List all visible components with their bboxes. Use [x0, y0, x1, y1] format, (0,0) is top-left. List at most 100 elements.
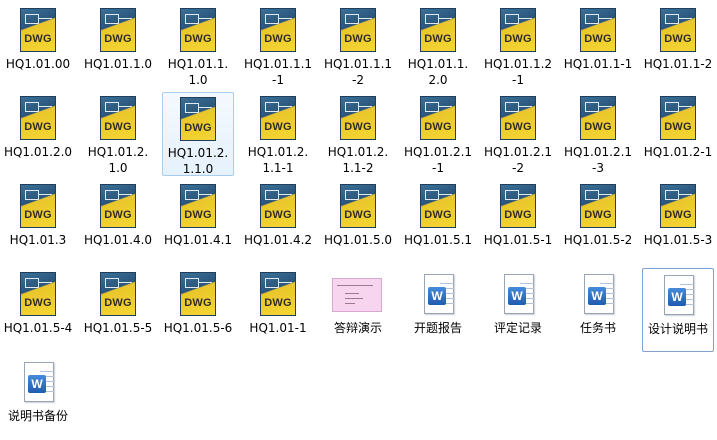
dwg-badge-label: DWG	[24, 33, 52, 45]
dwg-badge-label: DWG	[264, 209, 292, 221]
dwg-file-icon: DWG	[498, 96, 538, 142]
dwg-badge-label: DWG	[424, 121, 452, 133]
dwg-badge-label: DWG	[264, 33, 292, 45]
file-item[interactable]: W 说明书备份	[2, 356, 74, 440]
file-item[interactable]: DWG HQ1.01.2.0	[2, 92, 74, 176]
dwg-badge-label: DWG	[664, 33, 692, 45]
dwg-file-icon: DWG	[98, 96, 138, 142]
file-item[interactable]: DWG HQ1.01.2.1-2	[482, 92, 554, 176]
dwg-file-icon: DWG	[578, 8, 618, 54]
dwg-badge-label: DWG	[584, 209, 612, 221]
file-item[interactable]: DWG HQ1.01.1-1	[562, 4, 634, 88]
file-item[interactable]: DWG HQ1.01.5-5	[82, 268, 154, 352]
dwg-file-icon: DWG	[18, 184, 58, 230]
file-item[interactable]: DWG HQ1.01.2.1-1	[402, 92, 474, 176]
file-item[interactable]: DWG HQ1.01.4.2	[242, 180, 314, 264]
dwg-badge-label: DWG	[584, 33, 612, 45]
dwg-file-icon: DWG	[258, 272, 298, 318]
file-item[interactable]: DWG HQ1.01-1	[242, 268, 314, 352]
file-name-label: 说明书备份	[7, 409, 68, 423]
file-item[interactable]: DWG HQ1.01.5.0	[322, 180, 394, 264]
word-badge-label: W	[28, 375, 46, 393]
file-item[interactable]: 答辩演示	[322, 268, 394, 352]
file-name-label: 任务书	[579, 321, 616, 335]
file-item[interactable]: DWG HQ1.01.5.1	[402, 180, 474, 264]
file-name-label: HQ1.01.4.1	[163, 233, 233, 247]
file-item[interactable]: W 设计说明书	[642, 268, 714, 352]
file-item[interactable]: DWG HQ1.01.4.0	[82, 180, 154, 264]
dwg-file-icon: DWG	[98, 272, 138, 318]
dwg-badge-label: DWG	[24, 209, 52, 221]
word-badge-label: W	[588, 287, 606, 305]
file-item[interactable]: DWG HQ1.01.2.1.1.0	[162, 92, 234, 176]
dwg-badge-label: DWG	[264, 121, 292, 133]
dwg-badge-label: DWG	[104, 297, 132, 309]
file-name-label: HQ1.01.2.1-2	[483, 145, 553, 175]
file-item[interactable]: DWG HQ1.01.00	[2, 4, 74, 88]
dwg-badge-label: DWG	[184, 209, 212, 221]
word-document-icon: W	[18, 360, 58, 406]
dwg-badge-label: DWG	[664, 121, 692, 133]
file-name-label: HQ1.01-1	[249, 321, 307, 335]
file-item[interactable]: DWG HQ1.01.5-4	[2, 268, 74, 352]
file-name-label: HQ1.01.2.1.0	[87, 145, 149, 175]
file-name-label: HQ1.01.4.0	[83, 233, 153, 247]
dwg-badge-label: DWG	[264, 297, 292, 309]
file-name-label: HQ1.01.1.1-1	[243, 57, 313, 87]
dwg-file-icon: DWG	[18, 272, 58, 318]
dwg-file-icon: DWG	[338, 8, 378, 54]
dwg-badge-label: DWG	[24, 297, 52, 309]
dwg-file-icon: DWG	[18, 96, 58, 142]
dwg-badge-label: DWG	[504, 209, 532, 221]
dwg-file-icon: DWG	[178, 184, 218, 230]
file-item[interactable]: DWG HQ1.01.1-2	[642, 4, 714, 88]
file-item[interactable]: DWG HQ1.01.1.1-1	[242, 4, 314, 88]
dwg-badge-label: DWG	[184, 122, 212, 134]
file-name-label: HQ1.01.5-5	[83, 321, 153, 335]
file-item[interactable]: DWG HQ1.01.5-2	[562, 180, 634, 264]
presentation-thumbnail-icon	[332, 272, 384, 318]
dwg-file-icon: DWG	[578, 184, 618, 230]
file-item[interactable]: DWG HQ1.01.2.1.1-2	[322, 92, 394, 176]
file-item[interactable]: DWG HQ1.01.2.1-3	[562, 92, 634, 176]
dwg-file-icon: DWG	[258, 96, 298, 142]
dwg-file-icon: DWG	[178, 8, 218, 54]
file-name-label: 答辩演示	[333, 321, 382, 335]
file-item[interactable]: DWG HQ1.01.5-1	[482, 180, 554, 264]
dwg-badge-label: DWG	[584, 121, 612, 133]
file-item[interactable]: DWG HQ1.01.5-3	[642, 180, 714, 264]
file-name-label: HQ1.01.00	[5, 57, 71, 71]
dwg-file-icon: DWG	[418, 96, 458, 142]
word-document-icon: W	[418, 272, 458, 318]
dwg-file-icon: DWG	[98, 8, 138, 54]
dwg-badge-label: DWG	[344, 33, 372, 45]
dwg-badge-label: DWG	[664, 209, 692, 221]
dwg-file-icon: DWG	[98, 184, 138, 230]
dwg-file-icon: DWG	[18, 8, 58, 54]
file-item[interactable]: W 任务书	[562, 268, 634, 352]
file-item[interactable]: DWG HQ1.01.5-6	[162, 268, 234, 352]
file-item[interactable]: DWG HQ1.01.2-1	[642, 92, 714, 176]
dwg-badge-label: DWG	[344, 209, 372, 221]
file-name-label: HQ1.01.2.1.1-1	[247, 145, 309, 175]
word-badge-label: W	[508, 287, 526, 305]
dwg-file-icon: DWG	[658, 96, 698, 142]
file-item[interactable]: DWG HQ1.01.3	[2, 180, 74, 264]
dwg-file-icon: DWG	[178, 97, 218, 143]
dwg-file-icon: DWG	[658, 8, 698, 54]
file-item[interactable]: DWG HQ1.01.1.0	[82, 4, 154, 88]
file-item[interactable]: DWG HQ1.01.2.1.0	[82, 92, 154, 176]
dwg-file-icon: DWG	[258, 8, 298, 54]
file-name-label: HQ1.01.5-3	[643, 233, 713, 247]
file-item[interactable]: DWG HQ1.01.2.1.1-1	[242, 92, 314, 176]
file-item[interactable]: DWG HQ1.01.1.1-2	[322, 4, 394, 88]
file-item[interactable]: W 开题报告	[402, 268, 474, 352]
file-item[interactable]: W 评定记录	[482, 268, 554, 352]
file-item[interactable]: DWG HQ1.01.1.2-1	[482, 4, 554, 88]
file-item[interactable]: DWG HQ1.01.4.1	[162, 180, 234, 264]
file-item[interactable]: DWG HQ1.01.1.2.0	[402, 4, 474, 88]
dwg-badge-label: DWG	[104, 121, 132, 133]
file-item[interactable]: DWG HQ1.01.1.1.0	[162, 4, 234, 88]
dwg-file-icon: DWG	[658, 184, 698, 230]
file-icon-grid: DWG HQ1.01.00 DWG HQ1.01.1.0 DWG HQ1.01.1.1.0…	[0, 0, 717, 432]
